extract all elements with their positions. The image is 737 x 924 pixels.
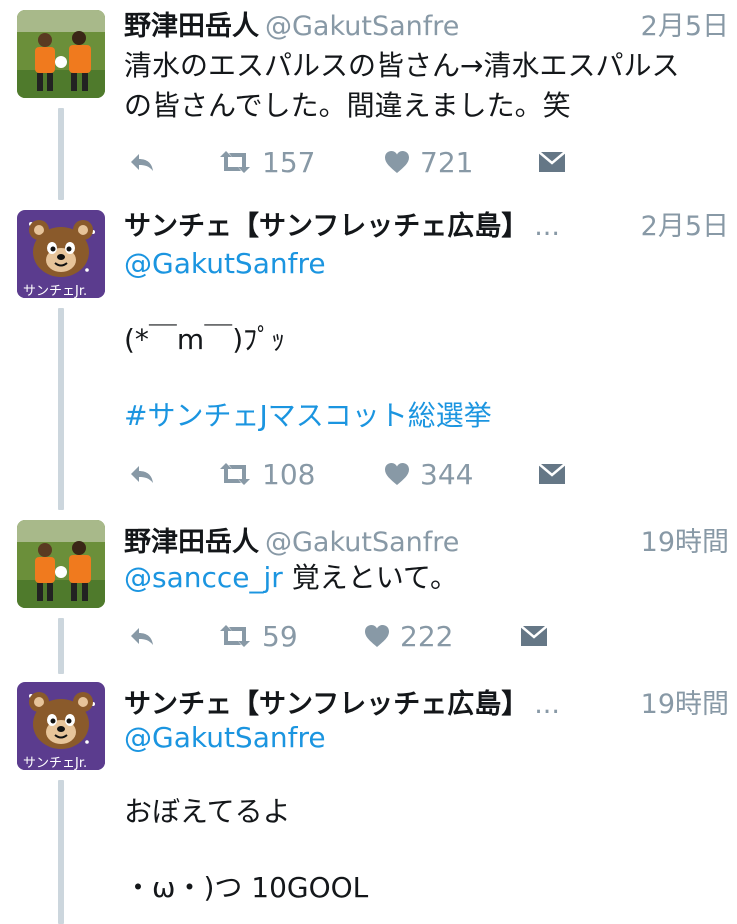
like-count: 222: [400, 619, 454, 653]
avatar-caption: サンチェJr.: [23, 756, 88, 770]
avatar-caption: サンチェJr.: [23, 284, 88, 298]
retweet-count: 59: [262, 619, 298, 653]
display-name[interactable]: サンチェ【サンフレッチェ広島】: [124, 689, 528, 720]
like-count: 721: [420, 145, 474, 179]
retweet-icon: [218, 150, 252, 174]
tweet-header: 野津田岳人 @GakutSanfre 2月5日: [124, 4, 729, 44]
reply-button[interactable]: [128, 142, 156, 182]
message-icon: [520, 625, 548, 647]
reply-button[interactable]: [128, 616, 156, 656]
like-icon: [384, 462, 410, 486]
reply-button[interactable]: [128, 454, 156, 494]
tweet-text-line: 清水のエスパルスの皆さん→清水エスパルス: [124, 49, 680, 82]
reply-icon: [128, 150, 156, 174]
tweet-text: @sancce_jr 覚えといて。: [124, 558, 723, 598]
tweet-text-line: の皆さんでした。間違えました。笑: [124, 89, 571, 122]
avatar-mascot[interactable]: サンチェJr.: [17, 682, 105, 770]
tweet-text-rest: 覚えといて。: [282, 561, 459, 594]
tweet-text-line: おぼえてるよ: [124, 795, 291, 828]
avatar-mascot[interactable]: サンチェJr.: [17, 210, 105, 298]
handle-line: @GakutSanfre: [124, 718, 723, 758]
tweet-text-line: (*￣m￣)ﾌﾟｯ: [124, 323, 286, 356]
timestamp[interactable]: 2月5日: [641, 4, 729, 43]
tweet-header: 野津田岳人 @GakutSanfre 19時間: [124, 520, 729, 560]
retweet-count: 108: [262, 457, 316, 491]
name-ellipsis: ...: [534, 211, 560, 242]
name-ellipsis: ...: [534, 689, 560, 720]
message-button[interactable]: [520, 616, 548, 656]
tweet-2[interactable]: サンチェJr. サンチェ【サンフレッチェ広島】... 2月5日 @GakutSa…: [0, 200, 737, 510]
thread-line: [58, 780, 64, 924]
timestamp[interactable]: 19時間: [641, 682, 729, 721]
like-icon: [384, 150, 410, 174]
display-name[interactable]: 野津田岳人: [124, 527, 259, 558]
handle-link[interactable]: @GakutSanfre: [124, 247, 326, 280]
timestamp[interactable]: 2月5日: [641, 204, 729, 243]
hashtag-link[interactable]: #サンチェJマスコット総選挙: [124, 399, 492, 432]
tweet-text-line: ・ω・)つ 10GOOL: [124, 871, 369, 904]
like-button[interactable]: 721: [384, 142, 473, 182]
tweet-header: サンチェ【サンフレッチェ広島】... 19時間: [124, 682, 729, 722]
retweet-icon: [218, 624, 252, 648]
tweet-actions: 59 222: [124, 616, 574, 656]
like-button[interactable]: 344: [384, 454, 473, 494]
message-button[interactable]: [538, 454, 566, 494]
tweet-4[interactable]: サンチェJr. サンチェ【サンフレッチェ広島】... 19時間 @GakutSa…: [0, 674, 737, 924]
timestamp[interactable]: 19時間: [641, 520, 729, 559]
handle[interactable]: @GakutSanfre: [265, 11, 459, 42]
tweet-text: 清水のエスパルスの皆さん→清水エスパルス の皆さんでした。間違えました。笑: [124, 46, 723, 126]
display-name[interactable]: 野津田岳人: [124, 11, 259, 42]
thread-line: [58, 308, 64, 510]
display-name[interactable]: サンチェ【サンフレッチェ広島】: [124, 211, 528, 242]
tweet-actions: 108 344: [124, 454, 574, 494]
hashtag-line: #サンチェJマスコット総選挙: [124, 396, 723, 436]
player-photo-icon: [17, 10, 105, 98]
player-photo-icon: [17, 520, 105, 608]
message-button[interactable]: [538, 142, 566, 182]
tweet-text: (*￣m￣)ﾌﾟｯ: [124, 320, 723, 360]
retweet-icon: [218, 462, 252, 486]
retweet-button[interactable]: 108: [218, 454, 315, 494]
tweet-1[interactable]: 野津田岳人 @GakutSanfre 2月5日 清水のエスパルスの皆さん→清水エス…: [0, 0, 737, 200]
retweet-count: 157: [262, 145, 316, 179]
tweet-actions: 157 721: [124, 142, 574, 182]
handle[interactable]: @GakutSanfre: [265, 527, 459, 558]
like-icon: [364, 624, 390, 648]
tweet-text: おぼえてるよ: [124, 792, 723, 832]
handle-line: @GakutSanfre: [124, 244, 723, 284]
retweet-button[interactable]: 59: [218, 616, 298, 656]
avatar-player[interactable]: [17, 10, 105, 98]
tweet-header: サンチェ【サンフレッチェ広島】... 2月5日: [124, 204, 729, 244]
tweet-text: ・ω・)つ 10GOOL: [124, 868, 723, 908]
reply-icon: [128, 624, 156, 648]
retweet-button[interactable]: 157: [218, 142, 315, 182]
like-count: 344: [420, 457, 474, 491]
tweet-3[interactable]: 野津田岳人 @GakutSanfre 19時間 @sancce_jr 覚えといて。…: [0, 510, 737, 674]
like-button[interactable]: 222: [364, 616, 453, 656]
thread-line: [58, 618, 64, 674]
handle-link[interactable]: @GakutSanfre: [124, 721, 326, 754]
mention-link[interactable]: @sancce_jr: [124, 561, 283, 594]
avatar-player[interactable]: [17, 520, 105, 608]
message-icon: [538, 463, 566, 485]
reply-icon: [128, 462, 156, 486]
message-icon: [538, 151, 566, 173]
thread-line: [58, 108, 64, 200]
